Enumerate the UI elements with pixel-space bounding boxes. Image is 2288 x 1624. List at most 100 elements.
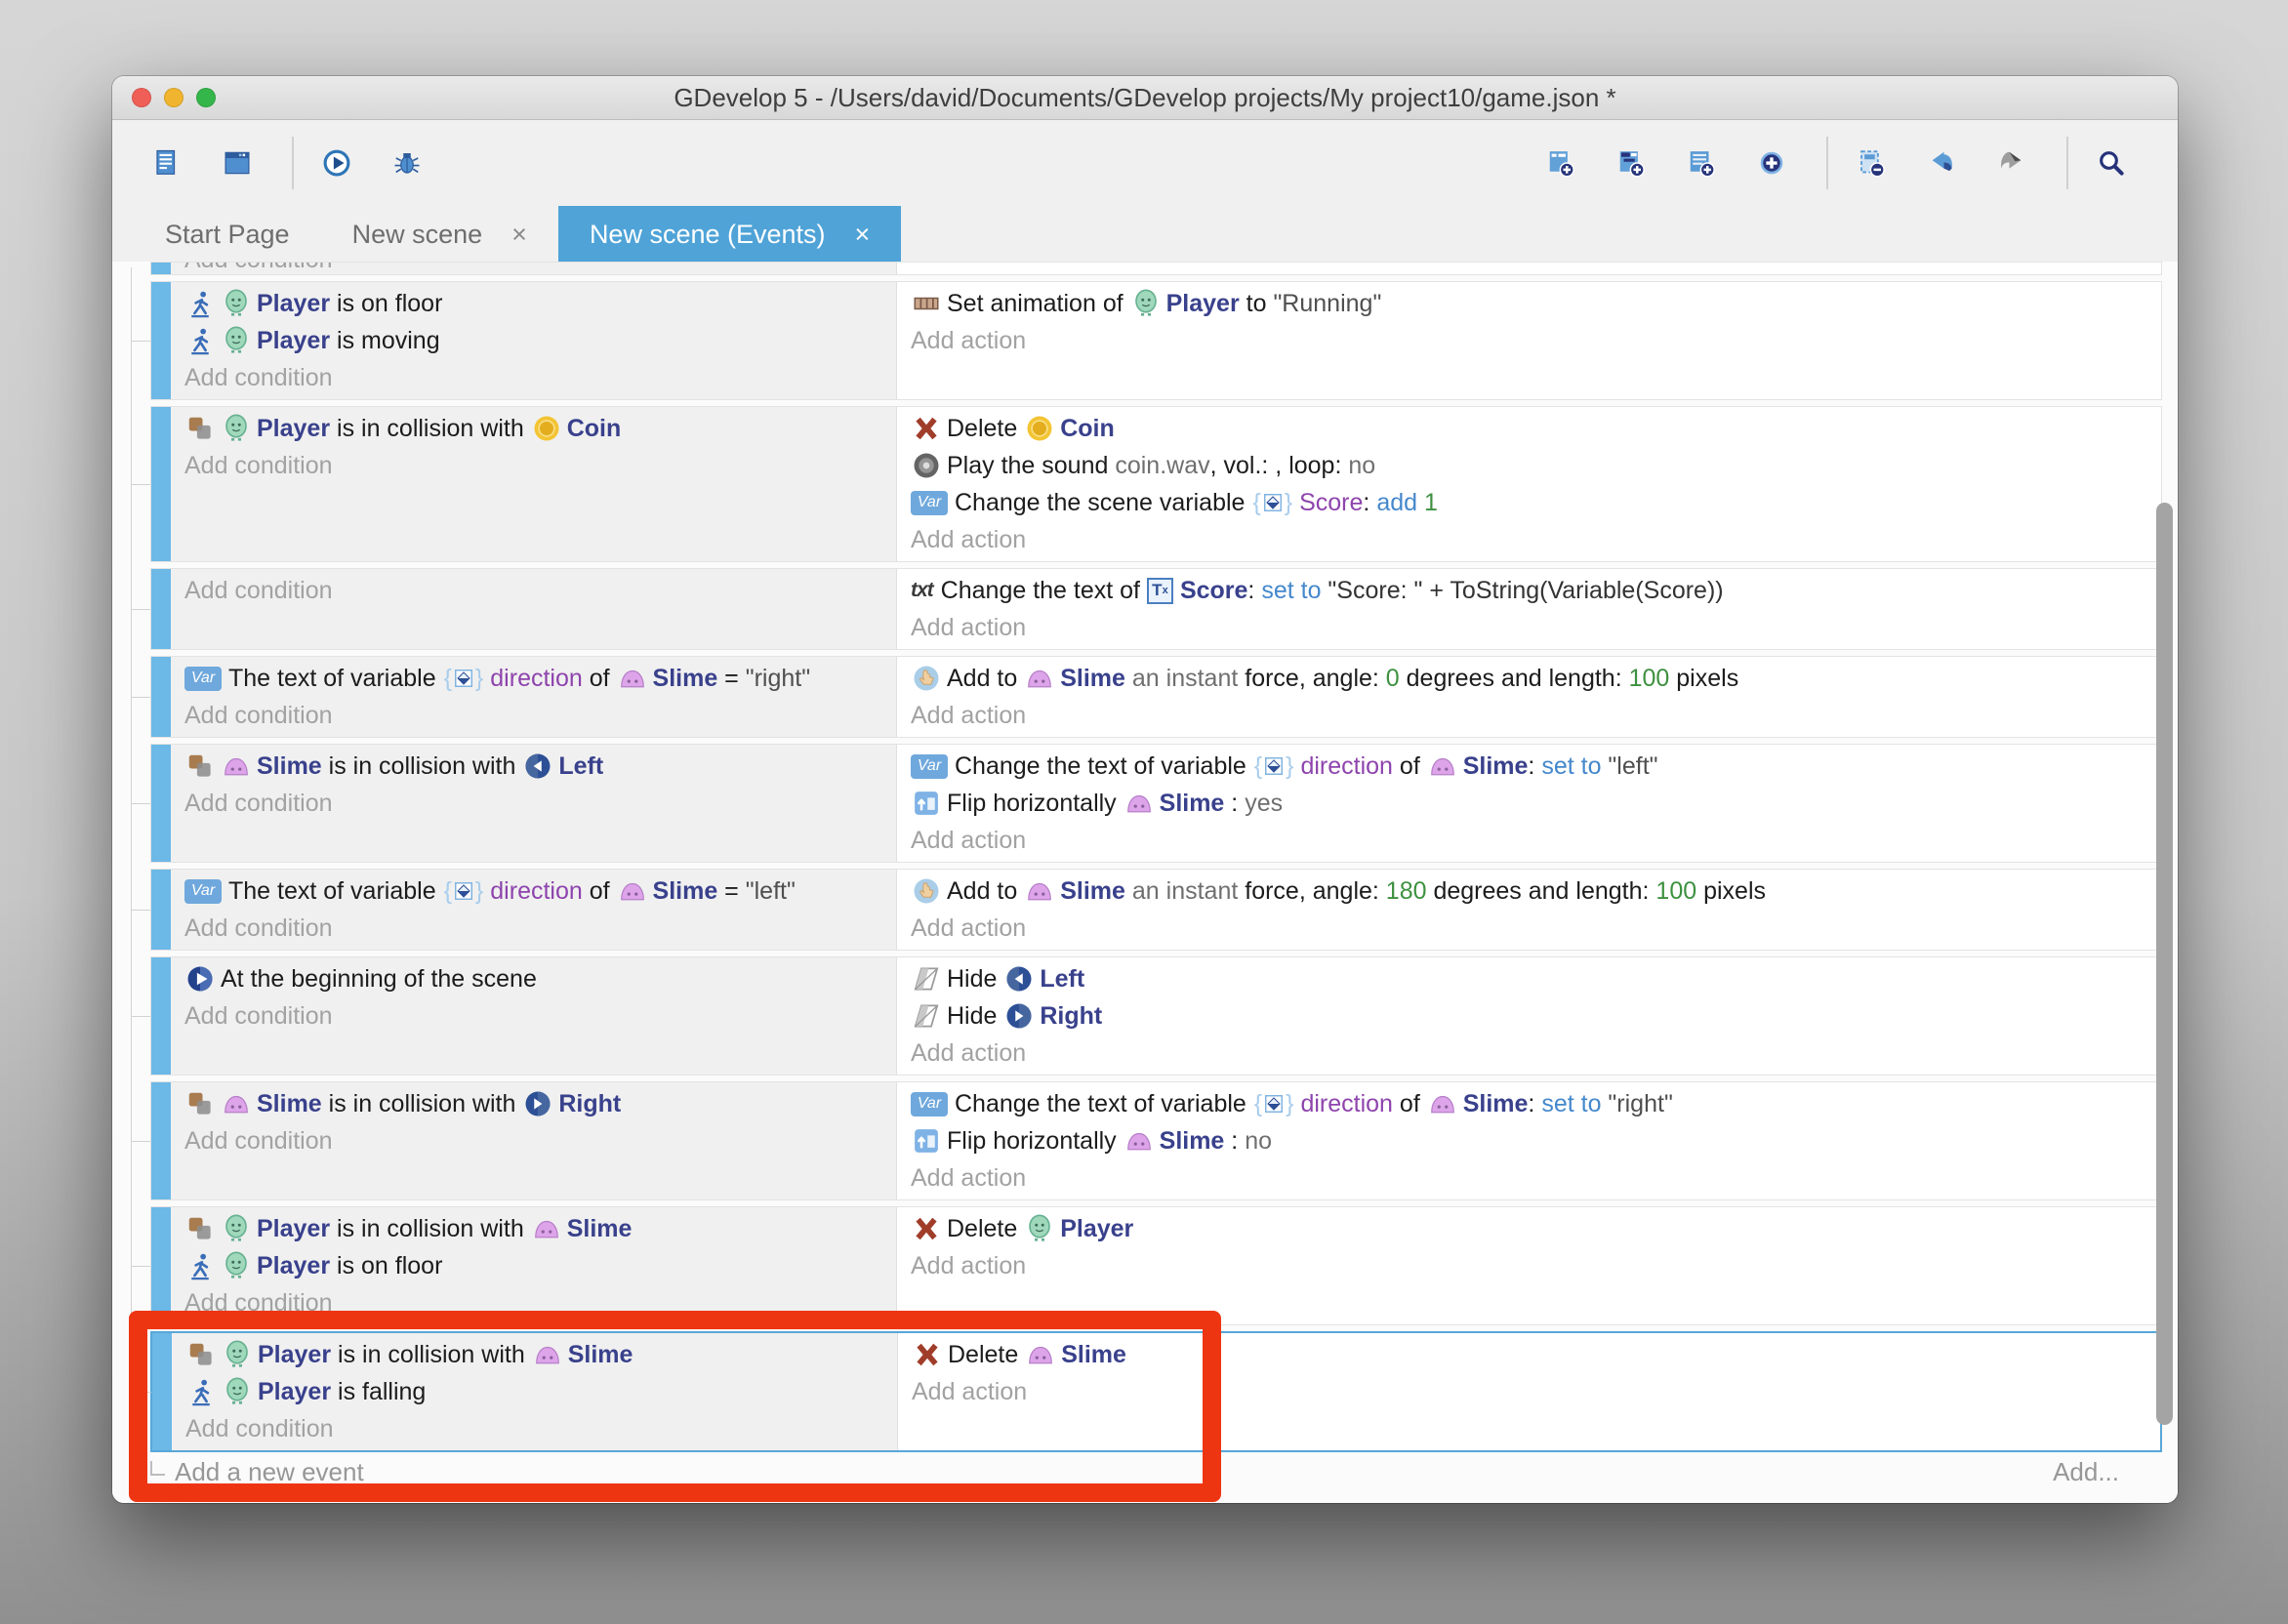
event-row[interactable]: VarThe text of variable {}direction of S… bbox=[150, 656, 2162, 738]
event-row[interactable]: Player is in collision with SlimePlayer … bbox=[150, 1206, 2162, 1325]
add-action-link[interactable]: Add action bbox=[911, 609, 2161, 646]
scrollbar-thumb[interactable] bbox=[2156, 503, 2173, 1425]
action-line[interactable]: Add to Slime an instant force, angle: 18… bbox=[911, 873, 2161, 910]
condition-cell[interactable]: Add condition bbox=[171, 263, 897, 274]
action-line[interactable]: txtChange the text of TxScore: set to "S… bbox=[911, 572, 2161, 609]
event-row[interactable]: Player is on floorPlayer is movingAdd co… bbox=[150, 281, 2162, 400]
tab-start-page[interactable]: Start Page bbox=[134, 206, 321, 263]
action-line[interactable]: Delete Player bbox=[911, 1210, 2161, 1247]
add-action-link[interactable]: Add action bbox=[911, 322, 2161, 359]
condition-line[interactable]: VarThe text of variable {}direction of S… bbox=[184, 873, 896, 910]
action-cell[interactable]: Delete SlimeAdd action bbox=[898, 1333, 2160, 1450]
minimize-window-button[interactable] bbox=[164, 88, 184, 107]
condition-cell[interactable]: Slime is in collision with RightAdd cond… bbox=[171, 1082, 897, 1199]
delete-selection-button[interactable] bbox=[1842, 132, 1904, 194]
action-line[interactable]: Delete Slime bbox=[912, 1336, 2160, 1373]
close-window-button[interactable] bbox=[132, 88, 151, 107]
close-tab-icon[interactable]: × bbox=[511, 220, 527, 250]
add-condition-link[interactable]: Add condition bbox=[184, 1284, 896, 1321]
condition-line[interactable]: Slime is in collision with Left bbox=[184, 748, 896, 785]
play-button[interactable] bbox=[307, 132, 370, 194]
condition-line[interactable]: At the beginning of the scene bbox=[184, 960, 896, 997]
event-row[interactable]: Player is in collision with CoinAdd cond… bbox=[150, 406, 2162, 562]
search-button[interactable] bbox=[2082, 132, 2145, 194]
scrollbar[interactable] bbox=[2154, 262, 2176, 1503]
add-action-link[interactable]: Add action bbox=[911, 910, 2161, 947]
add-condition-link[interactable]: Add condition bbox=[184, 697, 896, 734]
add-action-link[interactable]: Add action bbox=[911, 521, 2161, 558]
action-line[interactable]: Hide Right bbox=[911, 997, 2161, 1035]
action-line[interactable]: Flip horizontally Slime : no bbox=[911, 1122, 2161, 1159]
add-more-button[interactable]: Add... bbox=[2053, 1457, 2119, 1487]
condition-line[interactable]: Player is in collision with Coin bbox=[184, 410, 896, 447]
condition-cell[interactable]: Player is in collision with SlimePlayer … bbox=[171, 1207, 897, 1324]
action-cell[interactable]: Add to Slime an instant force, angle: 0 … bbox=[897, 657, 2161, 737]
condition-line[interactable]: Player is in collision with Slime bbox=[185, 1336, 897, 1373]
add-condition-link[interactable]: Add condition bbox=[184, 447, 896, 484]
add-condition-link[interactable]: Add condition bbox=[184, 910, 896, 947]
add-action-link[interactable]: Add action bbox=[911, 822, 2161, 859]
condition-cell[interactable]: Player is in collision with SlimePlayer … bbox=[172, 1333, 898, 1450]
tab-new-scene[interactable]: New scene × bbox=[321, 206, 558, 263]
condition-line[interactable]: VarThe text of variable {}direction of S… bbox=[184, 660, 896, 697]
add-condition-link[interactable]: Add condition bbox=[184, 997, 896, 1035]
action-line[interactable]: VarChange the text of variable {}directi… bbox=[911, 748, 2161, 785]
event-row[interactable]: At the beginning of the sceneAdd conditi… bbox=[150, 956, 2162, 1076]
condition-cell[interactable]: At the beginning of the sceneAdd conditi… bbox=[171, 957, 897, 1075]
event-row[interactable]: VarThe text of variable {}direction of S… bbox=[150, 869, 2162, 951]
action-line[interactable]: Set animation of Player to "Running" bbox=[911, 285, 2161, 322]
event-row[interactable]: Slime is in collision with RightAdd cond… bbox=[150, 1081, 2162, 1200]
close-tab-icon[interactable]: × bbox=[855, 220, 871, 250]
add-condition-link[interactable]: Add condition bbox=[184, 785, 896, 822]
event-row-clipped[interactable]: Add condition bbox=[150, 262, 2162, 275]
add-condition-link[interactable]: Add condition bbox=[184, 572, 896, 609]
condition-cell[interactable]: Player is in collision with CoinAdd cond… bbox=[171, 407, 897, 561]
add-condition-link[interactable]: Add condition bbox=[185, 1410, 897, 1447]
add-subevent-button[interactable] bbox=[1602, 132, 1664, 194]
action-cell[interactable]: Delete PlayerAdd action bbox=[897, 1207, 2161, 1324]
add-event-button[interactable] bbox=[1532, 132, 1594, 194]
condition-line[interactable]: Player is falling bbox=[185, 1373, 897, 1410]
action-line[interactable]: VarChange the text of variable {}directi… bbox=[911, 1085, 2161, 1122]
action-cell[interactable]: Delete CoinPlay the sound coin.wav, vol.… bbox=[897, 407, 2161, 561]
action-line[interactable]: Delete Coin bbox=[911, 410, 2161, 447]
action-cell[interactable]: VarChange the text of variable {}directi… bbox=[897, 745, 2161, 862]
condition-cell[interactable]: VarThe text of variable {}direction of S… bbox=[171, 870, 897, 950]
action-line[interactable]: Play the sound coin.wav, vol.: , loop: n… bbox=[911, 447, 2161, 484]
add-action-link[interactable]: Add action bbox=[911, 1247, 2161, 1284]
add-new-event-button[interactable]: Add a new event bbox=[150, 1457, 364, 1487]
condition-line[interactable]: Player is on floor bbox=[184, 1247, 896, 1284]
add-condition-link[interactable]: Add condition bbox=[184, 1122, 896, 1159]
add-action-link[interactable]: Add action bbox=[911, 1159, 2161, 1197]
event-row[interactable]: Slime is in collision with LeftAdd condi… bbox=[150, 744, 2162, 863]
condition-cell[interactable]: Add condition bbox=[171, 569, 897, 649]
action-line[interactable]: Hide Left bbox=[911, 960, 2161, 997]
add-condition-link[interactable]: Add condition bbox=[184, 262, 896, 275]
undo-button[interactable] bbox=[1912, 132, 1975, 194]
action-line[interactable]: Flip horizontally Slime : yes bbox=[911, 785, 2161, 822]
action-cell[interactable]: Set animation of Player to "Running"Add … bbox=[897, 282, 2161, 399]
add-action-link[interactable]: Add action bbox=[912, 1373, 2160, 1410]
action-cell[interactable] bbox=[897, 263, 2161, 274]
condition-cell[interactable]: VarThe text of variable {}direction of S… bbox=[171, 657, 897, 737]
add-condition-link[interactable]: Add condition bbox=[184, 359, 896, 396]
action-cell[interactable]: Hide LeftHide RightAdd action bbox=[897, 957, 2161, 1075]
tab-new-scene-events[interactable]: New scene (Events) × bbox=[558, 206, 901, 263]
event-row[interactable]: Add condition txtChange the text of TxSco… bbox=[150, 568, 2162, 650]
redo-button[interactable] bbox=[1982, 132, 2045, 194]
condition-cell[interactable]: Player is on floorPlayer is movingAdd co… bbox=[171, 282, 897, 399]
condition-line[interactable]: Player is on floor bbox=[184, 285, 896, 322]
event-row-selected[interactable]: Player is in collision with SlimePlayer … bbox=[150, 1331, 2162, 1452]
add-action-link[interactable]: Add action bbox=[911, 697, 2161, 734]
action-line[interactable]: VarChange the scene variable {}Score: ad… bbox=[911, 484, 2161, 521]
project-manager-button[interactable] bbox=[138, 132, 200, 194]
condition-line[interactable]: Player is in collision with Slime bbox=[184, 1210, 896, 1247]
zoom-window-button[interactable] bbox=[196, 88, 216, 107]
condition-line[interactable]: Player is moving bbox=[184, 322, 896, 359]
action-cell[interactable]: Add to Slime an instant force, angle: 18… bbox=[897, 870, 2161, 950]
add-comment-button[interactable] bbox=[1672, 132, 1735, 194]
action-cell[interactable]: VarChange the text of variable {}directi… bbox=[897, 1082, 2161, 1199]
scene-editor-button[interactable] bbox=[208, 132, 270, 194]
debug-button[interactable] bbox=[378, 132, 440, 194]
action-line[interactable]: Add to Slime an instant force, angle: 0 … bbox=[911, 660, 2161, 697]
